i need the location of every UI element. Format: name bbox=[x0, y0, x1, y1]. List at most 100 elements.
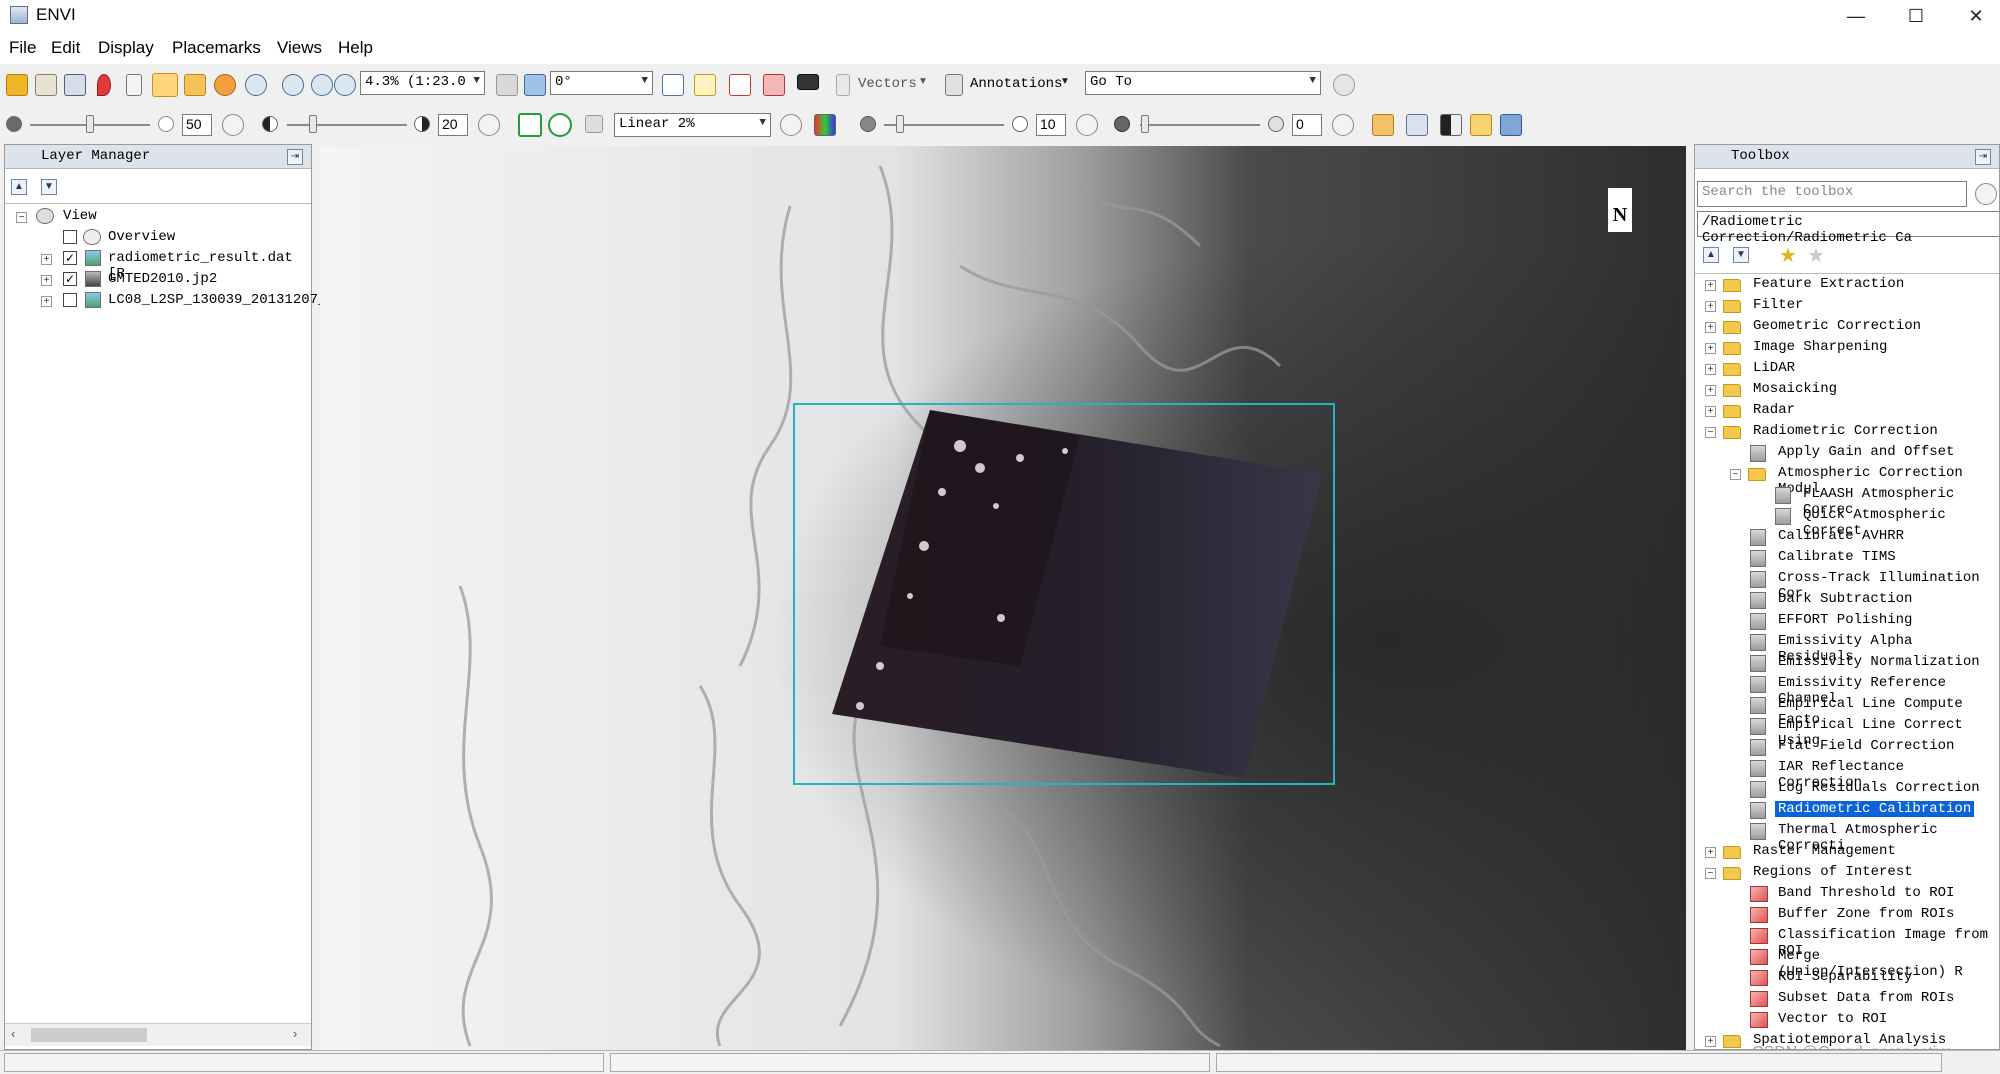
layer-overview-label[interactable]: Overview bbox=[108, 229, 175, 245]
zoom-level-combo[interactable]: 4.3% (1:23.0 ▼ bbox=[360, 71, 485, 95]
menu-views[interactable]: Views bbox=[277, 38, 322, 58]
color-table-icon[interactable] bbox=[814, 114, 836, 136]
toolbox-folder-item[interactable]: Radar bbox=[1750, 402, 1798, 418]
tree-expander[interactable]: + bbox=[1705, 343, 1716, 354]
toolbox-folder-item[interactable]: Raster Management bbox=[1750, 843, 1899, 859]
tree-expander[interactable]: + bbox=[1705, 406, 1716, 417]
reset-transparency-icon[interactable] bbox=[1332, 114, 1354, 136]
expand-all-icon[interactable]: ▼ bbox=[41, 179, 57, 195]
stretch-full-icon[interactable] bbox=[518, 113, 542, 137]
annotations-icon[interactable] bbox=[945, 74, 963, 96]
panel-undock-icon[interactable]: ⇥ bbox=[287, 149, 303, 165]
stretch-type-icon[interactable] bbox=[585, 115, 603, 133]
tree-expander[interactable]: + bbox=[1705, 280, 1716, 291]
toolbox-folder-item[interactable]: Geometric Correction bbox=[1750, 318, 1924, 334]
tree-expander[interactable]: − bbox=[16, 212, 27, 223]
zoom-in-icon[interactable] bbox=[282, 74, 304, 96]
expand-all-icon[interactable]: ▼ bbox=[1733, 247, 1749, 263]
toolbox-tool-item[interactable]: Vector to ROI bbox=[1775, 1011, 1890, 1027]
toolbox-folder-item[interactable]: LiDAR bbox=[1750, 360, 1798, 376]
pan-hand-icon[interactable] bbox=[152, 73, 178, 97]
collapse-all-icon[interactable]: ▲ bbox=[1703, 247, 1719, 263]
toolbox-tool-item[interactable]: Calibrate TIMS bbox=[1775, 549, 1899, 565]
annotations-menu-label[interactable]: Annotations bbox=[970, 76, 1062, 92]
scroll-right-icon[interactable]: › bbox=[293, 1026, 297, 1041]
rotate-left-icon[interactable] bbox=[496, 74, 518, 96]
contrast-slider-thumb[interactable] bbox=[309, 115, 317, 133]
portal-icon[interactable] bbox=[1372, 114, 1394, 136]
toolbox-folder-item[interactable]: Mosaicking bbox=[1750, 381, 1840, 397]
toolbox-search-input[interactable]: Search the toolbox bbox=[1697, 181, 1967, 207]
layer-checkbox[interactable] bbox=[63, 293, 77, 307]
toolbox-tool-item[interactable]: Subset Data from ROIs bbox=[1775, 990, 1957, 1006]
menu-help[interactable]: Help bbox=[338, 38, 373, 58]
toolbox-folder-item[interactable]: Filter bbox=[1750, 297, 1806, 313]
toolbox-tool-item[interactable]: Emissivity Normalization bbox=[1775, 654, 1983, 670]
tree-expander[interactable]: + bbox=[1705, 1036, 1716, 1047]
toolbox-tool-item[interactable]: Band Threshold to ROI bbox=[1775, 885, 1957, 901]
select-cursor-icon[interactable] bbox=[126, 74, 142, 96]
chevron-down-icon[interactable]: ▼ bbox=[918, 76, 928, 87]
collapse-all-icon[interactable]: ▲ bbox=[11, 179, 27, 195]
chevron-down-icon[interactable]: ▼ bbox=[1060, 76, 1070, 87]
unfavorite-star-icon[interactable]: ★ bbox=[1807, 243, 1825, 268]
toolbox-tool-item[interactable]: Dark Subtraction bbox=[1775, 591, 1915, 607]
zoom-full-extent-icon[interactable] bbox=[334, 74, 356, 96]
menu-edit[interactable]: Edit bbox=[51, 38, 80, 58]
toolbox-tool-item[interactable]: ROI Separability bbox=[1775, 969, 1915, 985]
sharpen-value[interactable]: 10 bbox=[1036, 114, 1066, 136]
transparency-slider-thumb[interactable] bbox=[1141, 115, 1149, 133]
tree-expander[interactable]: + bbox=[1705, 301, 1716, 312]
data-manager-icon[interactable] bbox=[35, 74, 57, 96]
profile-chart-icon[interactable] bbox=[729, 74, 751, 96]
tree-expander[interactable]: + bbox=[41, 275, 52, 286]
view-swipe-icon[interactable] bbox=[1440, 114, 1462, 136]
tree-expander[interactable]: + bbox=[1705, 322, 1716, 333]
refresh-toolbox-icon[interactable] bbox=[1975, 183, 1997, 205]
open-file-icon[interactable] bbox=[6, 74, 28, 96]
menu-placemarks[interactable]: Placemarks bbox=[172, 38, 261, 58]
roi-tool-icon[interactable] bbox=[763, 74, 785, 96]
contrast-slider-track[interactable] bbox=[287, 124, 407, 126]
toolbox-tool-item[interactable]: Radiometric Calibration bbox=[1773, 800, 1976, 818]
data-values-icon[interactable] bbox=[797, 74, 819, 90]
rotation-combo[interactable]: 0° ▼ bbox=[550, 71, 653, 95]
link-views-icon[interactable] bbox=[1500, 114, 1522, 136]
sharpen-slider-thumb[interactable] bbox=[896, 115, 904, 133]
menu-display[interactable]: Display bbox=[98, 38, 154, 58]
menu-file[interactable]: File bbox=[9, 38, 36, 58]
layer-lc08-label[interactable]: LC08_L2SP_130039_20131207_ bbox=[108, 292, 326, 308]
toolbox-tool-item[interactable]: Calibrate AVHRR bbox=[1775, 528, 1907, 544]
rotate-icon[interactable] bbox=[214, 74, 236, 96]
toolbox-folder-item[interactable]: Radiometric Correction bbox=[1750, 423, 1941, 439]
crosshair-icon[interactable] bbox=[662, 74, 684, 96]
minimize-button[interactable]: — bbox=[1826, 0, 1886, 32]
rotate-north-icon[interactable] bbox=[524, 74, 546, 96]
zoom-out-icon[interactable] bbox=[311, 74, 333, 96]
transparency-slider-track[interactable] bbox=[1140, 124, 1260, 126]
toolbox-tool-item[interactable]: Log Residuals Correction bbox=[1775, 780, 1983, 796]
contrast-value[interactable]: 20 bbox=[438, 114, 468, 136]
panel-undock-icon[interactable]: ⇥ bbox=[1975, 149, 1991, 165]
chip-view-icon[interactable] bbox=[64, 74, 86, 96]
tree-expander[interactable]: + bbox=[1705, 847, 1716, 858]
refresh-stretch-icon[interactable] bbox=[780, 114, 802, 136]
toolbox-tool-item[interactable]: EFFORT Polishing bbox=[1775, 612, 1915, 628]
tree-expander[interactable]: + bbox=[41, 296, 52, 307]
layer-manager-scrollbar[interactable]: ‹ › bbox=[5, 1023, 311, 1046]
reset-contrast-icon[interactable] bbox=[478, 114, 500, 136]
close-button[interactable]: ✕ bbox=[1946, 0, 2000, 32]
favorite-star-icon[interactable]: ★ bbox=[1779, 243, 1797, 268]
vectors-menu-label[interactable]: Vectors bbox=[858, 76, 917, 92]
layer-checkbox[interactable]: ✓ bbox=[63, 272, 77, 286]
view-blend-icon[interactable] bbox=[1406, 114, 1428, 136]
toolbox-folder-item[interactable]: Image Sharpening bbox=[1750, 339, 1890, 355]
tree-expander[interactable]: + bbox=[1705, 364, 1716, 375]
transparency-value[interactable]: 0 bbox=[1292, 114, 1322, 136]
toolbox-folder-item[interactable]: Regions of Interest bbox=[1750, 864, 1916, 880]
spectral-profile-icon[interactable] bbox=[694, 74, 716, 96]
brightness-value[interactable]: 50 bbox=[182, 114, 212, 136]
tree-expander[interactable]: + bbox=[1705, 385, 1716, 396]
view-root-label[interactable]: View bbox=[63, 208, 97, 224]
reset-sharpen-icon[interactable] bbox=[1076, 114, 1098, 136]
